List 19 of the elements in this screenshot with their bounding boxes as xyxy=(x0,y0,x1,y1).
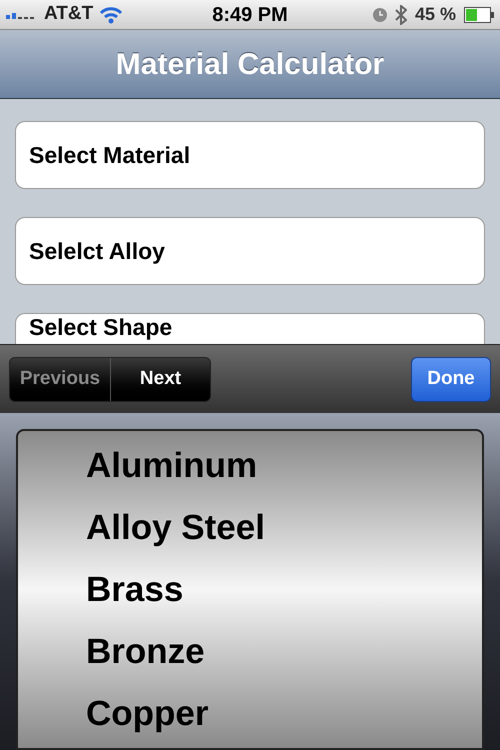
battery-icon xyxy=(464,6,494,22)
clock-icon xyxy=(372,8,387,22)
wifi-icon xyxy=(99,6,124,24)
clock-time: 8:49 PM xyxy=(212,2,288,28)
picker-wheel[interactable]: Aluminum Alloy Steel Brass Bronze Copper xyxy=(16,429,484,750)
select-field[interactable]: Select Shape xyxy=(15,313,485,344)
nav-title: Material Calculator xyxy=(116,46,384,82)
picker-option[interactable]: Copper xyxy=(86,696,208,730)
battery-percent: 45 % xyxy=(414,3,456,26)
select-field[interactable]: Select Material xyxy=(15,121,485,189)
picker-option[interactable]: Brass xyxy=(86,572,184,606)
done-button[interactable]: Done xyxy=(411,356,491,402)
segment-button[interactable]: Next xyxy=(110,358,210,400)
carrier-name: AT&T xyxy=(44,2,94,26)
picker-option[interactable]: Bronze xyxy=(86,634,205,668)
picker-option[interactable]: Alloy Steel xyxy=(86,510,265,544)
picker-option[interactable]: Aluminum xyxy=(86,448,258,482)
bluetooth-icon xyxy=(394,4,407,24)
select-field[interactable]: Selelct Alloy xyxy=(15,217,485,285)
